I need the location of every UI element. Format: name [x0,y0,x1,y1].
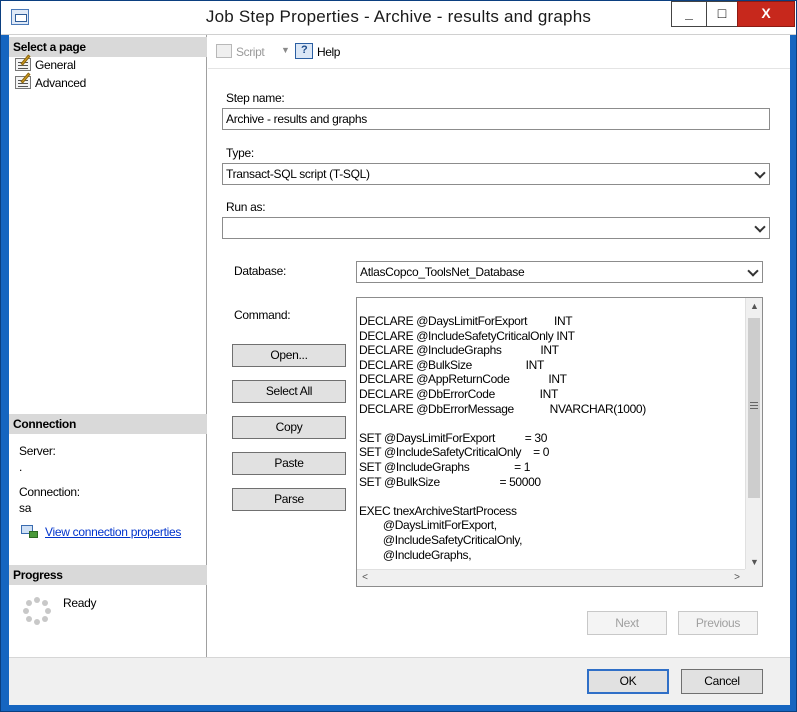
scroll-left-icon[interactable]: < [357,570,373,586]
connection-properties-icon [21,525,39,539]
dialog-window: Job Step Properties - Archive - results … [0,0,797,712]
server-value: . [19,460,23,474]
page-item-label: General [35,58,76,72]
script-dropdown-icon[interactable]: ▼ [281,45,290,55]
dialog-footer: OK Cancel [9,657,790,705]
progress-header: Progress [9,565,207,585]
scroll-down-icon[interactable]: ▼ [746,554,762,570]
page-item-general[interactable]: General [13,54,76,74]
select-all-button[interactable]: Select All [232,380,346,403]
parse-button[interactable]: Parse [232,488,346,511]
copy-button[interactable]: Copy [232,416,346,439]
minimize-button[interactable]: _ [671,1,707,27]
vertical-scrollbar[interactable]: ▲ ▼ [745,298,762,570]
page-item-advanced[interactable]: Advanced [13,72,86,92]
paste-button[interactable]: Paste [232,452,346,475]
properties-page-icon [15,54,31,71]
next-button[interactable]: Next [587,611,667,635]
server-label: Server: [19,444,56,458]
properties-page-icon [15,72,31,89]
scrollbar-corner [745,569,762,586]
ok-button[interactable]: OK [587,669,669,694]
scroll-grip-icon [750,402,758,409]
chevron-down-icon [748,266,758,276]
chevron-down-icon [755,222,765,232]
command-label: Command: [234,308,291,322]
right-pane: Script ▼ Help Step name: Archive - resul… [208,35,790,657]
scroll-right-icon[interactable]: > [729,570,745,586]
script-button[interactable]: Script [236,45,265,59]
select-page-header: Select a page [9,37,207,57]
type-select-value: Transact-SQL script (T-SQL) [226,167,370,181]
previous-button[interactable]: Previous [678,611,758,635]
progress-spinner-icon [23,597,51,625]
dialog-client: Select a page General Advanced Connectio… [9,35,790,705]
run-as-select[interactable] [222,217,770,239]
help-button[interactable]: Help [317,45,340,59]
chevron-down-icon [755,168,765,178]
open-button[interactable]: Open... [232,344,346,367]
command-editor[interactable]: DECLARE @DaysLimitForExport INT DECLARE … [356,297,763,587]
database-select-value: AtlasCopco_ToolsNet_Database [360,265,525,279]
type-select[interactable]: Transact-SQL script (T-SQL) [222,163,770,185]
command-text[interactable]: DECLARE @DaysLimitForExport INT DECLARE … [359,314,744,572]
script-icon [216,44,232,58]
database-select[interactable]: AtlasCopco_ToolsNet_Database [356,261,763,283]
view-connection-properties-link[interactable]: View connection properties [45,525,181,539]
progress-status: Ready [63,596,97,610]
close-button[interactable]: X [737,1,795,27]
toolbar: Script ▼ Help [208,35,790,69]
connection-value: sa [19,501,32,515]
run-as-label: Run as: [226,200,266,214]
help-icon [295,43,313,59]
cancel-button[interactable]: Cancel [681,669,763,694]
maximize-button[interactable]: □ [706,1,738,27]
connection-label: Connection: [19,485,80,499]
scroll-up-icon[interactable]: ▲ [746,298,762,314]
page-item-label: Advanced [35,76,86,90]
left-pane: Select a page General Advanced Connectio… [9,35,207,657]
step-name-label: Step name: [226,91,285,105]
step-name-input[interactable]: Archive - results and graphs [222,108,770,130]
horizontal-scrollbar[interactable]: < > [357,569,745,586]
title-bar: Job Step Properties - Archive - results … [1,1,796,35]
database-label: Database: [234,264,287,278]
type-label: Type: [226,146,254,160]
connection-header: Connection [9,414,207,434]
